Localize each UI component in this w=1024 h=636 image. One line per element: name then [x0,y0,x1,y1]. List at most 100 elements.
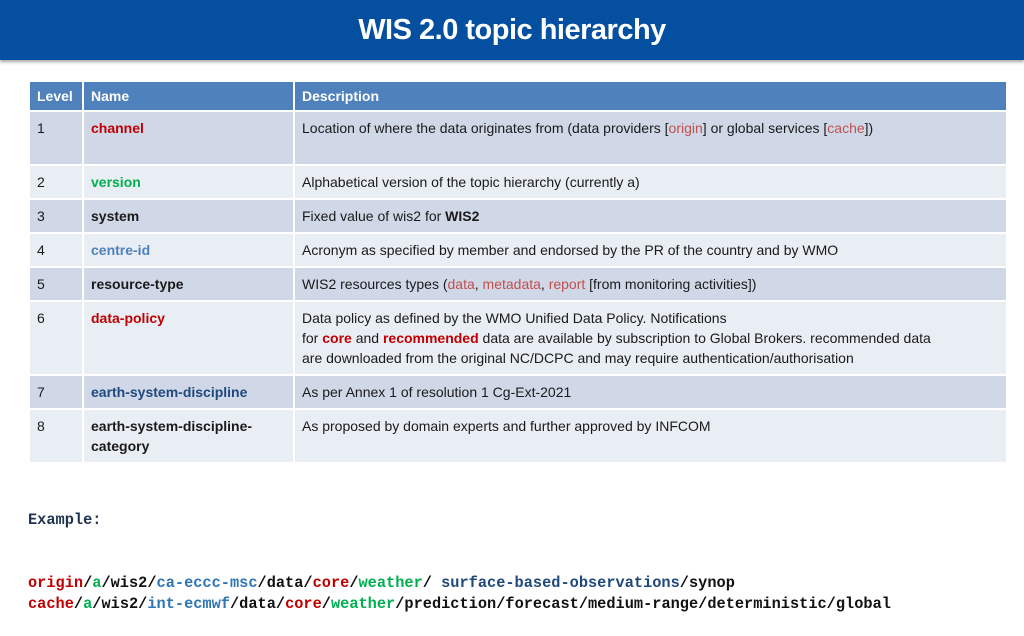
description-text: Data policy as defined by the WMO Unifie… [302,310,727,326]
description-text: , [474,276,483,292]
table-row: 3 system Fixed value of wis2 for WIS2 [28,198,1008,234]
topic-level-name: system [91,208,140,224]
description-cell: Alphabetical version of the topic hierar… [293,164,1008,200]
topic-segment: / [83,574,93,592]
topic-segment: /synop [679,574,735,592]
description-cell: WIS2 resources types (data, metadata, re… [293,266,1008,302]
topic-segment: /prediction/forecast/medium-range/determ… [395,595,891,613]
description-text: , [540,276,549,292]
description-text: cache [827,120,865,136]
topic-segment: / [349,574,359,592]
description-text: are downloaded from the original NC/DCPC… [302,350,854,366]
topic-level-name: earth-system-discipline [91,384,248,400]
example-topic-line: origin/a/wis2/ca-eccc-msc/data/core/weat… [28,573,891,594]
description-text: for [302,330,323,346]
table-row: 4 centre-id Acronym as specified by member… [28,232,1008,268]
table-row: 1 channel Location of where the data origi… [28,110,1008,166]
name-cell: centre-id [82,232,295,268]
description-cell: Data policy as defined by the WMO Unifie… [293,300,1008,376]
topic-segment: /data/ [229,595,286,613]
table-row: 8 earth-system-discipline-category As prop… [28,408,1008,464]
table-header-row: Level Name Description [28,80,1008,112]
description-text: ] or global services [ [702,120,828,136]
topic-segment: / [321,595,331,613]
topic-level-name: centre-id [91,242,151,258]
topic-level-name: version [91,174,141,190]
description-text: data are available by subscription to Gl… [478,330,931,346]
topic-segment: /wis2/ [101,574,157,592]
topic-segment: core [312,574,350,592]
level-cell: 5 [28,266,84,302]
description-text: report [548,276,586,292]
topic-segment: core [285,595,322,613]
level-cell: 8 [28,408,84,464]
name-cell: channel [82,110,295,166]
description-text: As proposed by domain experts and furthe… [302,418,711,434]
topic-hierarchy-table: Level Name Description 1 channel Location … [28,80,1008,464]
example-topic-line: cache/a/wis2/int-ecmwf/data/core/weather… [28,594,891,615]
level-cell: 3 [28,198,84,234]
description-text: ]) [864,120,874,136]
description-text: WIS2 [445,208,480,224]
column-header-name: Name [82,80,295,112]
table-row: 5 resource-type WIS2 resources types (data… [28,266,1008,302]
level-cell: 7 [28,374,84,410]
name-cell: earth-system-discipline-category [82,408,295,464]
topic-level-name: channel [91,120,144,136]
column-header-level: Level [28,80,84,112]
description-cell: Location of where the data originates fr… [293,110,1008,166]
topic-level-name: earth-system-discipline-category [91,418,253,454]
topic-segment: /data/ [257,574,313,592]
name-cell: earth-system-discipline [82,374,295,410]
topic-segment: / [73,595,84,613]
description-text: WIS2 resources types ( [302,276,448,292]
description-text: recommended [382,330,479,346]
topic-segment: /wis2/ [92,595,148,613]
name-cell: version [82,164,295,200]
description-cell: Acronym as specified by member and endor… [293,232,1008,268]
description-cell: As per Annex 1 of resolution 1 Cg-Ext-20… [293,374,1008,410]
topic-segment: weather [358,574,423,592]
topic-segment: a [92,574,102,592]
description-text: As per Annex 1 of resolution 1 Cg-Ext-20… [302,384,572,400]
topic-segment: weather [330,595,396,613]
topic-segment: cache [28,595,74,613]
description-text: origin [668,120,703,136]
description-cell: Fixed value of wis2 for WIS2 [293,198,1008,234]
name-cell: data-policy [82,300,295,376]
table-body: 1 channel Location of where the data origi… [28,110,1008,464]
topic-segment: int-ecmwf [147,595,230,613]
name-cell: resource-type [82,266,295,302]
description-text: Location of where the data originates fr… [302,120,669,136]
example-title: Example: [28,511,102,529]
description-text: and [351,330,383,346]
description-text: [from monitoring activities]) [585,276,757,292]
level-cell: 6 [28,300,84,376]
topic-segment: surface-based-observations [441,574,680,592]
description-text: Alphabetical version of the topic hierar… [302,174,640,190]
topic-level-name: data-policy [91,310,165,326]
example-block: Example: origin/a/wis2/ca-eccc-msc/data/… [28,468,891,636]
column-header-description: Description [293,80,1008,112]
level-cell: 1 [28,110,84,166]
description-text: metadata [482,276,541,292]
description-text: Fixed value of wis2 for [302,208,446,224]
description-text: data [447,276,475,292]
topic-segment: origin [28,574,84,592]
level-cell: 2 [28,164,84,200]
table-row: 7 earth-system-discipline As per Annex 1 o… [28,374,1008,410]
topic-segment: a [83,595,93,613]
description-text: Acronym as specified by member and endor… [302,242,839,258]
description-text: core [322,330,352,346]
topic-segment: / [422,574,442,592]
level-cell: 4 [28,232,84,268]
table-row: 6 data-policy Data policy as defined by th… [28,300,1008,376]
topic-segment: ca-eccc-msc [156,574,258,592]
description-cell: As proposed by domain experts and furthe… [293,408,1008,464]
page-title: WIS 2.0 topic hierarchy [358,13,666,46]
table-row: 2 version Alphabetical version of the topi… [28,164,1008,200]
title-banner: WIS 2.0 topic hierarchy [0,0,1024,60]
name-cell: system [82,198,295,234]
example-topics: origin/a/wis2/ca-eccc-msc/data/core/weat… [28,573,891,615]
topic-level-name: resource-type [91,276,184,292]
